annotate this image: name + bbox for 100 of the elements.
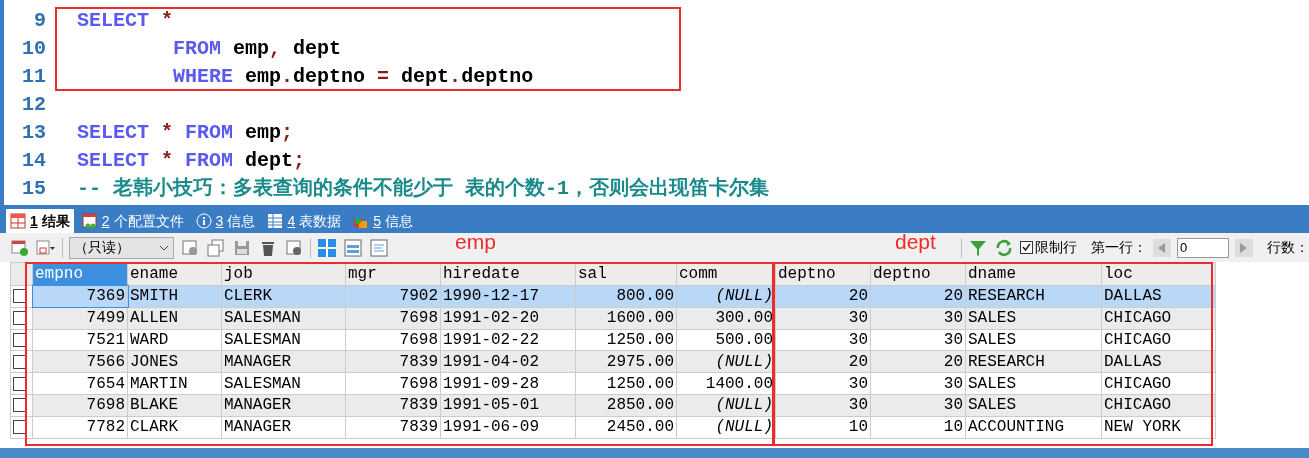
form-view-icon[interactable] [343, 237, 363, 258]
table-cell: SALESMAN [221, 307, 346, 330]
first-row-field[interactable]: 0 [1177, 237, 1229, 258]
column-header[interactable]: deptno [870, 262, 966, 286]
code-line: WHERE emp.deptno = dept.deptno [172, 64, 534, 90]
table-cell: 7369 [32, 285, 128, 308]
table-cell: 1991-02-20 [440, 307, 576, 330]
refresh-icon[interactable] [994, 237, 1014, 258]
result-tab[interactable]: 2 个配置文件 [77, 209, 188, 233]
previous-button[interactable] [1153, 238, 1171, 257]
table-row[interactable]: 7782 CLARK MANAGER 7839 1991-06-09 2450.00 (NULL) 10 10 ACCOUNTING NEW YORK [10, 416, 1216, 439]
column-header[interactable]: dname [965, 262, 1102, 286]
annotation-label: dept [895, 230, 936, 254]
copy-row-icon[interactable] [180, 237, 200, 258]
line-number: 14 [21, 148, 46, 174]
duplicate-icon[interactable] [206, 237, 226, 258]
table-icon [81, 213, 98, 229]
dropdown-icon[interactable] [36, 237, 56, 258]
table-cell: MANAGER [221, 416, 346, 439]
triangle-left-icon [1158, 242, 1166, 253]
table-cell: 30 [870, 394, 966, 417]
table-row[interactable]: 7521 WARD SALESMAN 7698 1991-02-22 1250.00 500.00 30 30 SALES CHICAGO [10, 329, 1216, 351]
table-cell: SALESMAN [221, 372, 346, 395]
table-cell: 7902 [345, 285, 441, 308]
result-tab[interactable]: 5 信息 [349, 209, 417, 233]
table-cell: 7521 [32, 329, 128, 351]
table-row[interactable]: 7654 MARTIN SALESMAN 7698 1991-09-28 1250.00 1400.00 30 30 SALES CHICAGO [10, 372, 1216, 395]
table-cell: SALES [965, 329, 1102, 351]
table-cell: ALLEN [127, 307, 222, 330]
table-cell: 7698 [345, 372, 441, 395]
result-tab[interactable]: 4 表数据 [263, 209, 346, 233]
table-row[interactable]: 7698 BLAKE MANAGER 7839 1991-05-01 2850.00 (NULL) 30 30 SALES CHICAGO [10, 394, 1216, 417]
code-line: SELECT * FROM dept; [77, 148, 306, 174]
table-cell: SALES [965, 394, 1102, 417]
table-cell: 30 [870, 329, 966, 351]
table-cell: CHICAGO [1101, 307, 1216, 330]
table-cell: 30 [870, 372, 966, 395]
grid-view-icon[interactable] [317, 237, 337, 258]
chevron-down-icon [159, 244, 169, 251]
table-row[interactable]: 7499 ALLEN SALESMAN 7698 1991-02-20 1600.00 300.00 30 30 SALES CHICAGO [10, 307, 1216, 330]
table-cell: 7566 [32, 350, 128, 373]
triangle-right-icon [1240, 242, 1248, 253]
result-tab[interactable]: 3 信息 [191, 209, 260, 233]
line-number: 10 [21, 36, 46, 62]
table-cell: 300.00 [676, 307, 776, 330]
table-cell: SALES [965, 372, 1102, 395]
table-row[interactable]: 7566 JONES MANAGER 7839 1991-04-02 2975.00 (NULL) 20 20 RESEARCH DALLAS [10, 350, 1216, 373]
table-cell: 20 [775, 350, 871, 373]
table-cell: ACCOUNTING [965, 416, 1102, 439]
next-button[interactable] [1235, 238, 1253, 257]
table-cell: 7698 [32, 394, 128, 417]
table-row[interactable]: 7369 SMITH CLERK 7902 1990-12-17 800.00 (NULL) 20 20 RESEARCH DALLAS [10, 285, 1216, 308]
column-header[interactable]: comm [676, 262, 776, 286]
table-cell: 1991-04-02 [440, 350, 576, 373]
table-cell: 1991-09-28 [440, 372, 576, 395]
grid-icon [10, 213, 26, 229]
table-cell: 30 [870, 307, 966, 330]
result-tab[interactable]: 1 结果 [6, 209, 74, 233]
table-cell: 7698 [345, 307, 441, 330]
code-line: SELECT * [77, 8, 174, 34]
table-cell: 1991-06-09 [440, 416, 576, 439]
table-cell: 20 [775, 285, 871, 308]
mode-select[interactable]: （只读） [69, 236, 174, 259]
limit-rows-checkbox[interactable] [1020, 241, 1033, 254]
table-cell: RESEARCH [965, 350, 1102, 373]
limit-rows-label: 限制行 [1035, 238, 1077, 257]
delete-row-icon[interactable] [284, 237, 304, 258]
table-cell: DALLAS [1101, 350, 1216, 373]
line-number: 9 [33, 8, 46, 34]
first-row-label: 第一行： [1091, 238, 1147, 257]
table-cell: 30 [775, 307, 871, 330]
table-cell: 30 [775, 394, 871, 417]
table-cell: (NULL) [676, 394, 776, 417]
line-number: 15 [21, 176, 46, 202]
column-header[interactable]: job [221, 262, 346, 286]
column-header[interactable]: hiredate [440, 262, 576, 286]
table-cell: CHICAGO [1101, 372, 1216, 395]
column-header[interactable]: mgr [345, 262, 441, 286]
table-cell: 7839 [345, 394, 441, 417]
column-header[interactable]: sal [575, 262, 677, 286]
table-cell: MARTIN [127, 372, 222, 395]
code-line: -- 老韩小技巧：多表查询的条件不能少于 表的个数-1，否则会出现笛卡尔集 [77, 176, 769, 202]
column-header[interactable]: loc [1101, 262, 1216, 286]
table-cell: 7839 [345, 350, 441, 373]
table-cell: 1991-05-01 [440, 394, 576, 417]
table-cell: 800.00 [575, 285, 677, 308]
table-cell: 1250.00 [575, 329, 677, 351]
table-cell: CLERK [221, 285, 346, 308]
table-cell: 20 [870, 350, 966, 373]
table-cell: SMITH [127, 285, 222, 308]
table-cell: CHICAGO [1101, 329, 1216, 351]
table-cell: 1250.00 [575, 372, 677, 395]
table-cell: BLAKE [127, 394, 222, 417]
add-row-icon[interactable] [10, 237, 30, 258]
table-cell: JONES [127, 350, 222, 373]
table-cell: NEW YORK [1101, 416, 1216, 439]
column-header[interactable]: deptno [775, 262, 871, 286]
table-cell: WARD [127, 329, 222, 351]
table-cell: 7698 [345, 329, 441, 351]
column-header[interactable]: ename [127, 262, 222, 286]
